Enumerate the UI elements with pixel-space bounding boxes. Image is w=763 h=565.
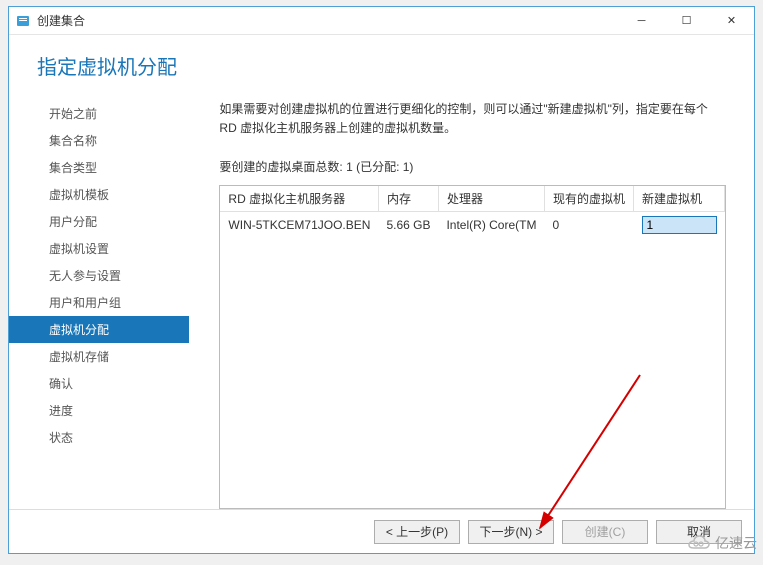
page-title: 指定虚拟机分配 [37, 51, 726, 80]
step-status[interactable]: 状态 [9, 424, 189, 451]
close-button[interactable]: ✕ [709, 7, 754, 35]
col-server[interactable]: RD 虚拟化主机服务器 [220, 186, 378, 212]
cell-new [634, 212, 725, 239]
step-vm-settings[interactable]: 虚拟机设置 [9, 235, 189, 262]
col-existing[interactable]: 现有的虚拟机 [544, 186, 633, 212]
cell-memory: 5.66 GB [378, 212, 438, 239]
app-icon [15, 13, 31, 29]
previous-button[interactable]: < 上一步(P) [374, 520, 460, 544]
step-users-groups[interactable]: 用户和用户组 [9, 289, 189, 316]
minimize-button[interactable]: ─ [619, 7, 664, 35]
cell-existing: 0 [544, 212, 633, 239]
step-vm-template[interactable]: 虚拟机模板 [9, 181, 189, 208]
step-collection-name[interactable]: 集合名称 [9, 127, 189, 154]
step-unattended[interactable]: 无人参与设置 [9, 262, 189, 289]
step-collection-type[interactable]: 集合类型 [9, 154, 189, 181]
new-vm-count-input[interactable] [642, 216, 717, 234]
col-cpu[interactable]: 处理器 [438, 186, 544, 212]
step-confirm[interactable]: 确认 [9, 370, 189, 397]
col-memory[interactable]: 内存 [378, 186, 438, 212]
col-new[interactable]: 新建虚拟机 [634, 186, 725, 212]
summary-text: 要创建的虚拟桌面总数: 1 (已分配: 1) [219, 158, 726, 175]
next-button[interactable]: 下一步(N) > [468, 520, 554, 544]
step-vm-storage[interactable]: 虚拟机存储 [9, 343, 189, 370]
wizard-steps-sidebar: 开始之前 集合名称 集合类型 虚拟机模板 用户分配 虚拟机设置 无人参与设置 用… [9, 100, 189, 509]
step-vm-allocation[interactable]: 虚拟机分配 [9, 316, 189, 343]
window-controls: ─ ☐ ✕ [619, 7, 754, 35]
page-header: 指定虚拟机分配 [9, 35, 754, 100]
cell-server: WIN-5TKCEM71JOO.BEN [220, 212, 378, 239]
table-row[interactable]: WIN-5TKCEM71JOO.BEN 5.66 GB Intel(R) Cor… [220, 212, 724, 239]
allocation-table: RD 虚拟化主机服务器 内存 处理器 现有的虚拟机 新建虚拟机 WIN-5TKC… [220, 186, 725, 238]
window-title: 创建集合 [37, 12, 619, 29]
main-panel: 如果需要对创建虚拟机的位置进行更细化的控制，则可以通过"新建虚拟机"列，指定要在… [189, 100, 754, 509]
cloud-icon [683, 534, 711, 552]
dialog-footer: < 上一步(P) 下一步(N) > 创建(C) 取消 [9, 509, 754, 553]
watermark-text: 亿速云 [715, 533, 757, 553]
step-user-assign[interactable]: 用户分配 [9, 208, 189, 235]
table-header-row: RD 虚拟化主机服务器 内存 处理器 现有的虚拟机 新建虚拟机 [220, 186, 724, 212]
titlebar: 创建集合 ─ ☐ ✕ [9, 7, 754, 35]
create-button: 创建(C) [562, 520, 648, 544]
description-text: 如果需要对创建虚拟机的位置进行更细化的控制，则可以通过"新建虚拟机"列，指定要在… [219, 100, 726, 138]
watermark: 亿速云 [683, 533, 757, 553]
step-before-begin[interactable]: 开始之前 [9, 100, 189, 127]
maximize-button[interactable]: ☐ [664, 7, 709, 35]
cell-cpu: Intel(R) Core(TM [438, 212, 544, 239]
step-progress[interactable]: 进度 [9, 397, 189, 424]
dialog-window: 创建集合 ─ ☐ ✕ 指定虚拟机分配 开始之前 集合名称 集合类型 虚拟机模板 … [8, 6, 755, 554]
allocation-table-container: RD 虚拟化主机服务器 内存 处理器 现有的虚拟机 新建虚拟机 WIN-5TKC… [219, 185, 726, 509]
content-area: 开始之前 集合名称 集合类型 虚拟机模板 用户分配 虚拟机设置 无人参与设置 用… [9, 100, 754, 509]
